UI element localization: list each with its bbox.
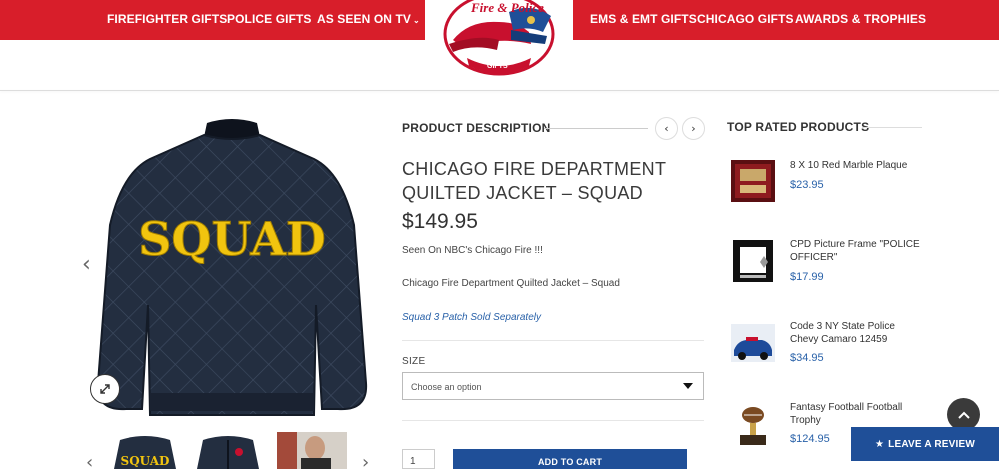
product-title: CHICAGO FIRE DEPARTMENT QUILTED JACKET –… (402, 157, 702, 205)
nav-firefighter-gifts[interactable]: FIREFIGHTER GIFTS (107, 12, 227, 26)
zoom-button[interactable] (90, 374, 120, 404)
product-title-line-1: CHICAGO FIRE DEPARTMENT (402, 159, 667, 179)
heading-divider (862, 127, 922, 128)
product-price: $149.95 (402, 210, 478, 233)
next-product-button[interactable]: › (682, 117, 705, 140)
nav-awards-trophies[interactable]: AWARDS & TROPHIES (795, 12, 926, 26)
gallery-prev-arrow[interactable]: ‹ (82, 252, 91, 277)
logo-text: Fire & Police (470, 0, 544, 15)
short-description: Chicago Fire Department Quilted Jacket –… (402, 278, 620, 289)
product-title-line-2: QUILTED JACKET – SQUAD (402, 183, 643, 203)
top-rated-item-price: $124.95 (790, 433, 830, 445)
top-rated-item-price: $23.95 (790, 179, 824, 191)
chevron-right-icon: › (691, 122, 696, 135)
product-thumbnail (733, 240, 773, 282)
divider (402, 340, 704, 341)
chevron-down-icon: ⌄ (412, 16, 420, 25)
thumb-prev-arrow[interactable]: ‹ (86, 452, 93, 469)
patch-note: Squad 3 Patch Sold Separately (402, 312, 541, 323)
thumb-next-arrow[interactable]: › (362, 452, 369, 469)
thumbnail-2[interactable] (193, 432, 263, 469)
quantity-input[interactable]: 1 (402, 449, 435, 469)
size-select-value: Choose an option (411, 382, 482, 392)
nav-police-gifts[interactable]: POLICE GIFTS (227, 12, 312, 26)
top-rated-item[interactable]: 8 X 10 Red Marble Plaque $23.95 (727, 158, 927, 218)
seen-on-text: Seen On NBC's Chicago Fire !!! (402, 245, 543, 256)
top-rated-item-name: 8 X 10 Red Marble Plaque (790, 160, 908, 171)
thumbnail-3[interactable] (277, 432, 347, 469)
heading-divider (544, 128, 648, 129)
top-rated-heading: TOP RATED PRODUCTS (727, 120, 870, 134)
add-to-cart-button[interactable]: ADD TO CART (453, 449, 687, 469)
top-rated-item[interactable]: CPD Picture Frame "POLICE OFFICER" $17.9… (727, 238, 927, 298)
expand-icon (100, 384, 110, 394)
top-rated-item-name: Code 3 NY State Police Chevy Camaro 1245… (790, 321, 895, 345)
chevron-left-icon: ‹ (664, 122, 669, 135)
thumbnail-1[interactable]: SQUAD (110, 432, 180, 469)
top-rated-item-name: CPD Picture Frame "POLICE OFFICER" (790, 239, 920, 263)
size-label: SIZE (402, 356, 426, 367)
nav-as-seen-on-tv[interactable]: AS SEEN ON TV ⌄ (317, 12, 420, 26)
nav-chicago-gifts[interactable]: CHICAGO GIFTS (697, 12, 794, 26)
jacket-squad-text: SQUAD (138, 212, 326, 266)
header-divider (0, 90, 999, 91)
thumbnail-image (193, 432, 263, 469)
caret-down-icon (683, 383, 693, 389)
leave-review-button[interactable]: ★ LEAVE A REVIEW (851, 427, 999, 461)
nav-ems-emt-gifts[interactable]: EMS & EMT GIFTS (590, 12, 697, 26)
prev-product-button[interactable]: ‹ (655, 117, 678, 140)
size-select[interactable]: Choose an option (402, 372, 704, 400)
thumbnail-image: SQUAD (110, 432, 180, 469)
nav-as-seen-on-tv-label: AS SEEN ON TV (317, 12, 411, 26)
chevron-up-icon (957, 411, 970, 419)
star-icon: ★ (874, 438, 885, 450)
divider (402, 420, 704, 421)
top-rated-item[interactable]: Code 3 NY State Police Chevy Camaro 1245… (727, 320, 927, 380)
top-rated-item-name: Fantasy Football Football Trophy (790, 402, 903, 426)
thumbnail-squad-text: SQUAD (121, 454, 170, 468)
site-logo[interactable]: Fire & Police GIFTS (425, 0, 573, 78)
leave-review-label: LEAVE A REVIEW (888, 438, 976, 450)
logo-subtext: GIFTS (487, 63, 508, 70)
top-rated-item-price: $17.99 (790, 271, 824, 283)
thumbnail-image (277, 432, 347, 469)
product-thumbnail (731, 160, 775, 202)
product-main-image[interactable]: SQUAD (82, 115, 382, 417)
product-thumbnail (731, 324, 775, 362)
top-rated-item-price: $34.95 (790, 352, 824, 364)
product-description-heading: PRODUCT DESCRIPTION (402, 121, 551, 135)
fire-police-logo: Fire & Police GIFTS (443, 0, 555, 76)
product-thumbnail (740, 407, 766, 445)
